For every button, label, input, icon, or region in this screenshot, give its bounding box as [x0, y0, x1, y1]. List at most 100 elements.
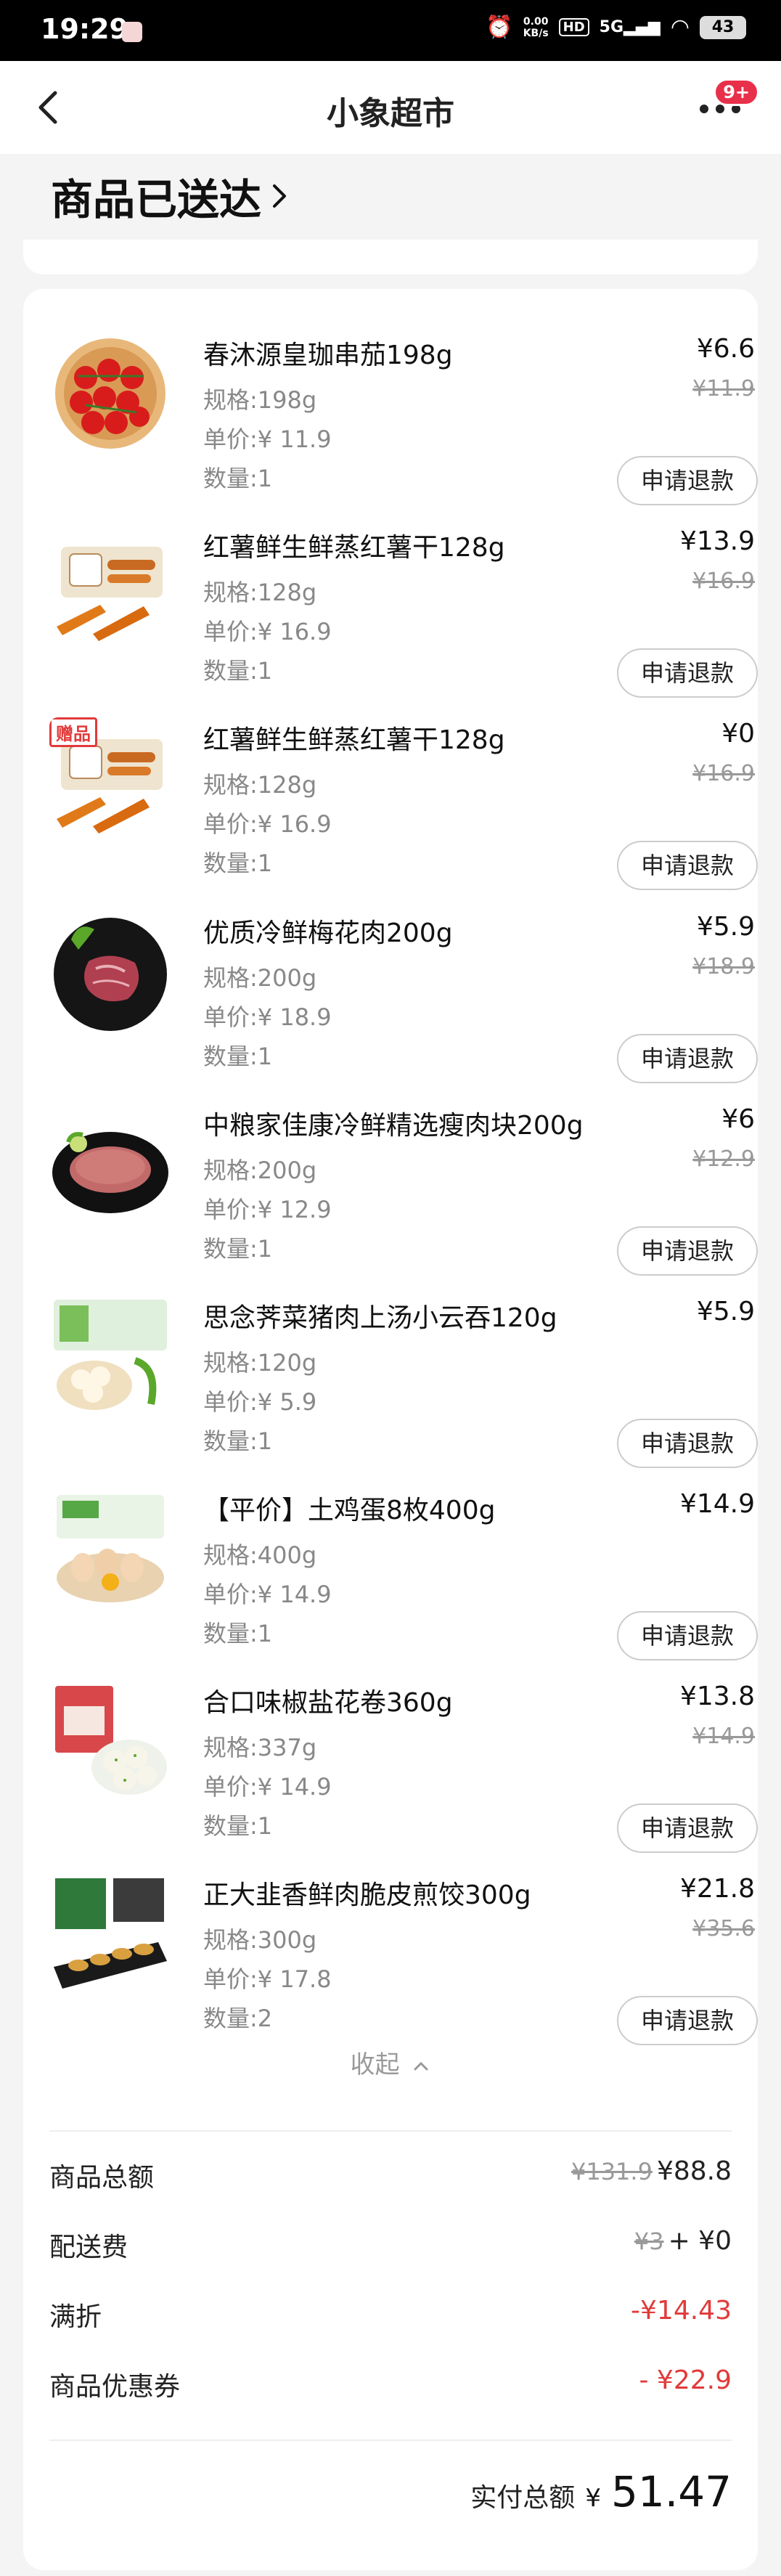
status-bar: 19:29 ⏰ 0.00 KB/s HD 5G▂▄▆ ◠ 43	[0, 0, 781, 61]
netspeed-value: 0.00	[523, 15, 549, 28]
app-notification-icon	[122, 22, 142, 42]
product-original-price: ¥12.9	[692, 1146, 755, 1172]
refund-button[interactable]: 申请退款	[617, 648, 758, 698]
list-item: 中粮家佳康冷鲜精选瘦肉块200g 规格:200g 单价:¥ 12.9 数量:1 …	[23, 1088, 758, 1281]
product-image[interactable]	[49, 1680, 171, 1802]
product-price: ¥0	[721, 719, 755, 749]
product-unit-price: 单价:¥ 14.9	[203, 1773, 332, 1801]
product-spec: 规格:200g	[203, 1157, 317, 1184]
list-item: 红薯鲜生鲜蒸红薯干128g 规格:128g 单价:¥ 16.9 数量:1 ¥13…	[23, 510, 758, 703]
order-status[interactable]: 商品已送达	[51, 166, 289, 227]
product-unit-price: 单价:¥ 18.9	[203, 1003, 332, 1031]
product-name: 正大韭香鲜肉脆皮煎饺300g	[203, 1880, 531, 1910]
product-price: ¥5.9	[696, 912, 755, 942]
delivery-fee-label: 配送费	[49, 2233, 128, 2262]
refund-button[interactable]: 申请退款	[617, 841, 758, 890]
netspeed-indicator: 0.00 KB/s	[523, 16, 549, 39]
product-image[interactable]	[49, 1872, 171, 1994]
wifi-icon: ◠	[670, 15, 690, 40]
gift-badge: 赠品	[49, 717, 97, 747]
goods-total-original: ¥131.9	[571, 2158, 653, 2185]
order-items-card: 春沐源皇珈串茄198g 规格:198g 单价:¥ 11.9 数量:1 ¥6.6 …	[23, 289, 758, 2570]
delivery-fee-amount: + ¥0	[668, 2226, 732, 2256]
product-image[interactable]	[49, 1103, 171, 1225]
flower-roll-image	[49, 1680, 171, 1802]
product-price: ¥13.9	[679, 526, 755, 556]
product-quantity: 数量:1	[203, 465, 273, 492]
product-quantity: 数量:1	[203, 1235, 273, 1263]
product-image[interactable]	[49, 525, 171, 647]
product-name: 红薯鲜生鲜蒸红薯干128g	[203, 533, 505, 563]
refund-button[interactable]: 申请退款	[617, 1226, 758, 1276]
nav-bar: 小象超市 9+	[0, 61, 781, 154]
product-image[interactable]	[49, 1488, 171, 1610]
paid-total-amount: 51.47	[610, 2467, 732, 2516]
refund-button[interactable]: 申请退款	[617, 1996, 758, 2045]
goods-total-row: 商品总额 ¥131.9 ¥88.8	[49, 2156, 732, 2200]
more-button[interactable]: 9+	[697, 78, 759, 128]
dumpling-image	[49, 1872, 171, 1994]
product-original-price: ¥16.9	[692, 568, 755, 594]
product-quantity: 数量:1	[203, 1427, 273, 1455]
product-unit-price: 单价:¥ 12.9	[203, 1196, 332, 1223]
alarm-icon: ⏰	[486, 15, 513, 40]
product-original-price: ¥18.9	[692, 954, 755, 979]
product-quantity: 数量:1	[203, 657, 273, 685]
collapse-button[interactable]: 收起	[23, 2045, 758, 2080]
product-price: ¥6	[721, 1104, 755, 1134]
eggs-image	[49, 1488, 171, 1610]
refund-button[interactable]: 申请退款	[617, 1419, 758, 1468]
product-quantity: 数量:1	[203, 1812, 273, 1840]
order-status-header: 商品已送达	[0, 154, 781, 241]
discount-label: 满折	[49, 2302, 102, 2332]
product-quantity: 数量:1	[203, 849, 273, 877]
refund-button[interactable]: 申请退款	[617, 456, 758, 505]
product-name: 红薯鲜生鲜蒸红薯干128g	[203, 725, 505, 755]
product-spec: 规格:198g	[203, 386, 317, 414]
product-spec: 规格:300g	[203, 1926, 317, 1954]
sweet-potato-image	[49, 525, 171, 647]
product-unit-price: 单价:¥ 11.9	[203, 425, 332, 453]
product-spec: 规格:200g	[203, 964, 317, 992]
product-image[interactable]	[49, 1295, 171, 1417]
product-spec: 规格:128g	[203, 771, 317, 799]
product-image[interactable]	[49, 910, 171, 1032]
notification-badge: 9+	[713, 78, 759, 106]
refund-button[interactable]: 申请退款	[617, 1611, 758, 1660]
product-unit-price: 单价:¥ 17.8	[203, 1965, 332, 1993]
delivery-fee-original: ¥3	[634, 2227, 664, 2255]
refund-button[interactable]: 申请退款	[617, 1034, 758, 1083]
lean-meat-image	[49, 1103, 171, 1225]
wonton-image	[49, 1295, 171, 1417]
paid-total-label: 实付总额	[470, 2483, 576, 2513]
product-price: ¥21.8	[679, 1874, 755, 1904]
product-price: ¥14.9	[679, 1489, 755, 1519]
product-spec: 规格:400g	[203, 1541, 317, 1569]
refund-button[interactable]: 申请退款	[617, 1803, 758, 1853]
product-unit-price: 单价:¥ 5.9	[203, 1388, 317, 1416]
list-item: 赠品 红薯鲜生鲜蒸红薯干128g 规格:128g 单价:¥ 16.9 数量:1 …	[23, 703, 758, 895]
signal-label: 5G	[599, 18, 624, 36]
delivery-fee-row: 配送费 ¥3 + ¥0	[49, 2226, 732, 2270]
product-quantity: 数量:2	[203, 2005, 273, 2032]
divider	[49, 2130, 732, 2132]
list-item: 春沐源皇珈串茄198g 规格:198g 单价:¥ 11.9 数量:1 ¥6.6 …	[23, 318, 758, 510]
divider	[49, 2440, 732, 2441]
status-time: 19:29	[41, 13, 128, 45]
product-unit-price: 单价:¥ 16.9	[203, 810, 332, 838]
product-name: 合口味椒盐花卷360g	[203, 1688, 453, 1718]
list-item: 思念荠菜猪肉上汤小云吞120g 规格:120g 单价:¥ 5.9 数量:1 ¥5…	[23, 1281, 758, 1473]
product-image[interactable]	[49, 333, 171, 455]
product-price: ¥5.9	[696, 1297, 755, 1326]
signal-icon: 5G▂▄▆	[599, 18, 661, 36]
delivery-fee-value: ¥3 + ¥0	[634, 2226, 732, 2256]
product-price: ¥6.6	[696, 334, 755, 364]
battery-icon: 43	[700, 15, 746, 39]
product-unit-price: 单价:¥ 14.9	[203, 1581, 332, 1608]
previous-card-bottom	[23, 240, 758, 274]
list-item: 优质冷鲜梅花肉200g 规格:200g 单价:¥ 18.9 数量:1 ¥5.9 …	[23, 896, 758, 1088]
list-item: 合口味椒盐花卷360g 规格:337g 单价:¥ 14.9 数量:1 ¥13.8…	[23, 1666, 758, 1858]
product-image[interactable]: 赠品	[49, 717, 171, 839]
product-name: 优质冷鲜梅花肉200g	[203, 918, 453, 948]
goods-total-amount: ¥88.8	[656, 2156, 732, 2186]
